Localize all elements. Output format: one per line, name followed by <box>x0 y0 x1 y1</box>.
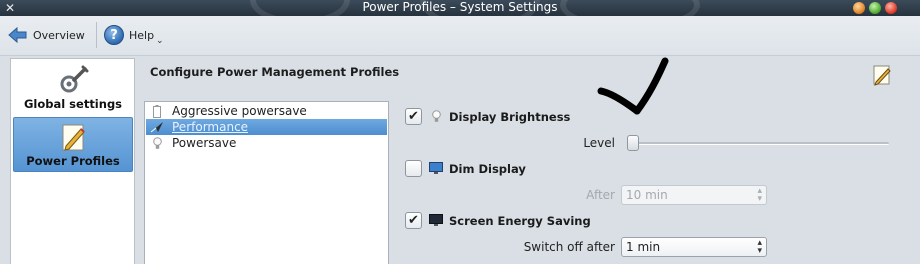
profile-label: Aggressive powersave <box>172 104 307 118</box>
screen-energy-saving-row: ✔ Screen Energy Saving <box>405 212 591 229</box>
dim-display-row: Dim Display <box>405 160 526 177</box>
switch-off-after-label: Switch off after <box>523 240 615 254</box>
screen-energy-saving-label: Screen Energy Saving <box>449 213 591 228</box>
screen-energy-saving-checkbox[interactable]: ✔ <box>405 212 422 229</box>
brightness-slider-track[interactable] <box>629 142 889 145</box>
overview-button[interactable]: Overview <box>8 22 85 48</box>
category-power-profiles[interactable]: Power Profiles <box>13 117 133 172</box>
dim-display-label: Dim Display <box>449 161 526 176</box>
profile-label: Powersave <box>172 136 237 150</box>
wrench-gear-icon <box>60 65 89 93</box>
profile-label: Performance <box>172 120 249 134</box>
dim-after-label: After <box>586 188 615 202</box>
category-list: Global settings Power Profiles <box>10 58 135 264</box>
profile-item-powersave[interactable]: Powersave <box>146 135 387 151</box>
close-button[interactable] <box>885 2 897 14</box>
dim-display-checkbox[interactable] <box>405 160 422 177</box>
pencil-document-icon <box>62 124 85 151</box>
lightbulb-icon <box>150 136 164 150</box>
monitor-icon <box>429 214 443 228</box>
switch-off-after-value: 1 min <box>626 240 661 254</box>
maximize-button[interactable] <box>869 2 881 14</box>
battery-icon <box>150 104 164 118</box>
rocket-icon <box>150 120 164 134</box>
monitor-icon <box>429 162 443 176</box>
help-button[interactable]: ? Help <box>104 22 154 48</box>
category-label: Global settings <box>23 97 123 111</box>
page-title: Configure Power Management Profiles <box>150 65 400 79</box>
spin-arrows-icon[interactable]: ▴ ▾ <box>757 239 762 256</box>
annotation-arrow <box>597 57 669 115</box>
profile-item-aggressive-powersave[interactable]: Aggressive powersave <box>146 103 387 119</box>
edit-profile-icon[interactable] <box>871 64 893 86</box>
toolbar-separator <box>96 22 97 48</box>
display-brightness-checkbox[interactable]: ✔ <box>405 108 422 125</box>
title-bar: ✕ Power Profiles – System Settings <box>0 0 920 16</box>
lightbulb-icon <box>429 110 443 124</box>
profile-item-performance[interactable]: Performance <box>146 119 387 135</box>
back-arrow-icon <box>8 26 27 44</box>
help-label: Help <box>129 28 155 42</box>
dim-after-value: 10 min <box>626 188 668 202</box>
chevron-down-icon[interactable]: ⌄ <box>156 36 164 46</box>
window-title: Power Profiles – System Settings <box>362 0 558 14</box>
help-icon: ? <box>104 25 124 45</box>
display-brightness-label: Display Brightness <box>449 109 571 124</box>
main-panel: Configure Power Management Profiles Aggr… <box>138 58 920 264</box>
switch-off-after-spinbox[interactable]: 1 min ▴ ▾ <box>621 237 767 257</box>
category-global-settings[interactable]: Global settings <box>13 61 133 116</box>
toolbar: Overview ? Help ⌄ <box>0 16 920 56</box>
minimize-button[interactable] <box>853 2 865 14</box>
overview-label: Overview <box>33 28 85 42</box>
profile-list: Aggressive powersave Performance Powersa… <box>144 101 389 264</box>
brightness-slider-handle[interactable] <box>627 135 639 151</box>
dim-after-spinbox[interactable]: 10 min ▴ ▾ <box>621 185 767 205</box>
spin-arrows-icon[interactable]: ▴ ▾ <box>757 187 762 204</box>
display-brightness-row: ✔ Display Brightness <box>405 108 570 125</box>
category-label: Power Profiles <box>26 154 120 168</box>
brightness-level-label: Level <box>583 136 615 150</box>
